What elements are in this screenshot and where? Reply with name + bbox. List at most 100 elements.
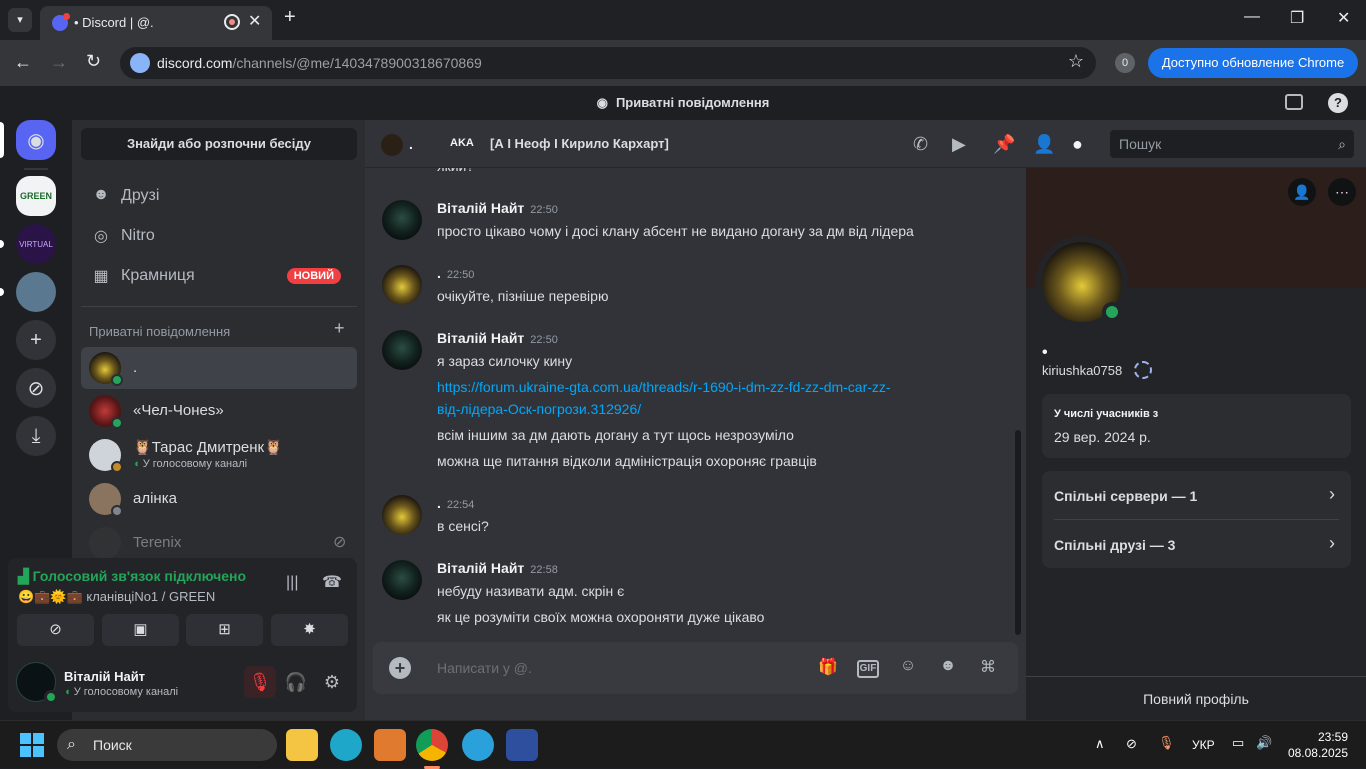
language-indicator[interactable]: УКР (1192, 738, 1215, 752)
windows-start-icon[interactable] (20, 733, 44, 757)
dm-item[interactable]: 🦉Тарас Дмитренк🦉 ◖ У голосовому каналі (81, 434, 357, 476)
inbox-icon[interactable] (1285, 94, 1303, 110)
create-dm-button[interactable]: + (334, 318, 345, 339)
avatar[interactable] (382, 495, 422, 535)
download-icon[interactable]: ⤓ (16, 416, 56, 456)
browser-tab[interactable]: • Discord | @. ✕ (40, 6, 272, 40)
voice-call-icon[interactable]: ✆ (913, 134, 928, 155)
tab-search-button[interactable]: ▾ (8, 8, 32, 32)
user-profile-icon[interactable]: ● (1072, 134, 1083, 155)
search-input[interactable]: Пошук ⌕ (1110, 130, 1354, 158)
nitro-badge-icon[interactable] (1134, 361, 1152, 379)
gif-icon[interactable]: GIF (857, 660, 879, 678)
tab-close-icon[interactable]: ✕ (248, 11, 261, 31)
chrome-icon[interactable] (416, 729, 448, 761)
screen-share-button[interactable]: ▣ (102, 614, 179, 646)
deafen-button[interactable]: 🎧 (280, 666, 312, 698)
nav-shop[interactable]: ▦ Крамниця НОВИЙ (81, 256, 357, 296)
user-name: Віталій Найт (64, 669, 146, 684)
server-green[interactable]: GREEN (16, 176, 56, 216)
activity-button[interactable]: ⊞ (186, 614, 263, 646)
more-options-icon[interactable]: ⋯ (1328, 178, 1356, 206)
forward-button[interactable]: → (50, 52, 68, 73)
file-explorer-icon[interactable] (286, 729, 318, 761)
voice-activity-icon[interactable]: ||| (286, 574, 298, 592)
server-city[interactable] (16, 272, 56, 312)
pin-icon[interactable]: 📌 (993, 134, 1015, 155)
attach-button[interactable]: + (389, 657, 411, 679)
window-close-button[interactable]: ✕ (1337, 8, 1350, 28)
display-icon[interactable]: ▭ (1232, 735, 1244, 751)
emoji-icon[interactable]: ☻ (937, 657, 959, 675)
discord-favicon-icon (52, 13, 70, 31)
camera-off-button[interactable]: ⊘ (17, 614, 94, 646)
settings-button[interactable]: ⚙ (316, 666, 348, 698)
dm-item[interactable]: алінка (81, 478, 357, 520)
soundboard-button[interactable]: ✸ (271, 614, 348, 646)
minimize-button[interactable]: — (1244, 8, 1260, 26)
help-icon[interactable]: ? (1328, 93, 1348, 113)
nav-nitro[interactable]: ◎ Nitro (81, 216, 357, 256)
taskbar-search[interactable]: ⌕ Поиск (57, 729, 277, 761)
discord-logo-icon: ◉ (596, 95, 608, 110)
avatar[interactable] (382, 560, 422, 600)
status-online (111, 417, 123, 429)
avatar[interactable] (382, 330, 422, 370)
dm-item[interactable]: «Чел-Чонеs» (81, 390, 357, 432)
nitro-icon: ◎ (94, 228, 108, 245)
sidebar-divider (81, 306, 357, 307)
discover-icon[interactable]: ⊘ (16, 368, 56, 408)
restore-button[interactable]: ❐ (1290, 8, 1304, 28)
mutual-servers[interactable]: Спільні сервери — 1 (1054, 488, 1197, 504)
add-friend-icon[interactable]: 👤 (1288, 178, 1316, 206)
address-url: discord.com/channels/@me/140347890031867… (157, 55, 482, 71)
voice-channel[interactable]: 😀💼🌞💼 кланівціNo1 / GREEN (18, 589, 215, 605)
mutual-friends[interactable]: Спільні друзі — 3 (1054, 537, 1175, 553)
network-icon[interactable]: ⊘ (1126, 736, 1137, 752)
address-bar[interactable]: discord.com/channels/@me/140347890031867… (120, 47, 1096, 79)
video-call-icon[interactable]: ▶ (952, 134, 966, 155)
avatar[interactable] (382, 265, 422, 305)
new-tab-button[interactable]: + (284, 6, 296, 29)
avatar[interactable] (381, 134, 403, 156)
forum-link[interactable]: від-лідера-Оск-погрози.312926/ (437, 401, 641, 417)
telegram-icon[interactable] (462, 729, 494, 761)
status-offline (111, 505, 123, 517)
home-button[interactable]: ◉ (16, 120, 56, 160)
apps-icon[interactable]: ⌘ (977, 657, 999, 677)
profile-badge[interactable]: 0 (1115, 53, 1135, 73)
add-friends-icon[interactable]: 👤 (1033, 134, 1055, 155)
full-profile-link[interactable]: Повний профіль (1026, 676, 1366, 720)
add-server-button[interactable]: + (16, 320, 56, 360)
bookmark-star-icon[interactable]: ☆ (1068, 51, 1084, 72)
microphone-icon[interactable]: 🎙 (1158, 735, 1175, 751)
sticker-icon[interactable]: ☺ (897, 657, 919, 675)
discord-title: ◉ Приватні повідомлення (596, 95, 770, 110)
chat-scrollbar[interactable] (1015, 430, 1021, 635)
chrome-update-button[interactable]: Доступно обновление Chrome (1148, 48, 1358, 78)
profile-panel: 👤 ⋯ • kiriushka0758 У числі учасників з … (1026, 168, 1366, 720)
chat-header: . AKA [А І Неоф І Кирило Кархарт] ✆ ▶ 📌 … (365, 120, 1366, 168)
search-icon: ⌕ (1338, 136, 1346, 152)
back-button[interactable]: ← (14, 52, 32, 73)
gift-icon[interactable]: 🎁 (817, 657, 839, 677)
avatar[interactable] (382, 200, 422, 240)
find-conversation-button[interactable]: Знайди або розпочни бесіду (81, 128, 357, 160)
separator (24, 168, 48, 170)
forum-link[interactable]: https://forum.ukraine-gta.com.ua/threads… (437, 379, 891, 395)
clock[interactable]: 23:59 08.08.2025 (1286, 729, 1348, 761)
dm-item[interactable]: . (81, 347, 357, 389)
edge-icon[interactable] (330, 729, 362, 761)
profile-avatar[interactable] (1036, 236, 1128, 328)
server-virtual-night[interactable]: VIRTUAL (16, 224, 56, 264)
media-player-icon[interactable] (374, 729, 406, 761)
game-launcher-icon[interactable] (506, 729, 538, 761)
tray-overflow-icon[interactable]: ∧ (1095, 736, 1105, 752)
volume-icon[interactable]: 🔊 (1256, 735, 1272, 751)
reload-button[interactable]: ↻ (86, 51, 101, 72)
disconnect-icon[interactable]: ☎ (322, 572, 342, 592)
nav-friends[interactable]: ☻ Друзі (81, 176, 357, 216)
message-composer[interactable]: + Написати у @. 🎁 GIF ☺ ☻ ⌘ (373, 642, 1018, 694)
mute-button[interactable]: 🎙 (244, 666, 276, 698)
site-info-icon[interactable] (130, 53, 150, 73)
